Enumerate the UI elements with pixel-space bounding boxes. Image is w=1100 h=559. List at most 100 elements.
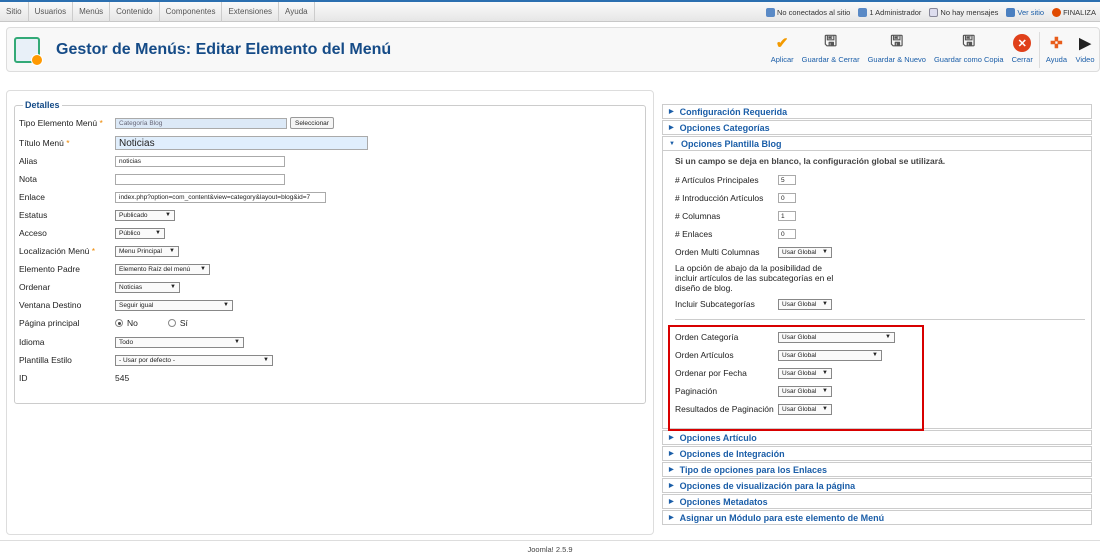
acceso-select[interactable]: Público ▼ (115, 227, 165, 239)
video-button[interactable]: ▶ Video (1071, 28, 1099, 64)
view-site-text[interactable]: Ver sitio (1017, 8, 1044, 17)
acc-opciones-articulo[interactable]: ▶ Opciones Artículo (662, 430, 1092, 445)
toolbar: Gestor de Menús: Editar Elemento del Men… (6, 27, 1100, 72)
acc-tipo-opciones-enlaces[interactable]: ▶ Tipo de opciones para los Enlaces (662, 462, 1092, 477)
mail-icon (929, 7, 939, 17)
collapsed-triangle-icon: ▶ (669, 125, 674, 131)
save-close-label: Guardar & Cerrar (801, 55, 860, 64)
save-new-button[interactable]: 🖫 Guardar & Nuevo (864, 28, 930, 65)
padre-select[interactable]: Elemento Raíz del menú ▼ (115, 263, 210, 275)
users-icon (765, 7, 775, 17)
row-alias: Alias noticias (19, 153, 285, 169)
acc-opciones-categorias[interactable]: ▶ Opciones Categorías (662, 120, 1092, 135)
nota-input[interactable] (115, 173, 285, 185)
save-copy-button[interactable]: 🖫 Guardar como Copia (930, 28, 1008, 65)
row-multi: Orden Multi Columnas Usar Global ▼ (675, 245, 832, 259)
multi-select[interactable]: Usar Global ▼ (778, 246, 832, 258)
row-columnas: # Columnas 1 (675, 209, 796, 223)
ordenar-label: Ordenar (19, 282, 51, 292)
collapsed-triangle-icon: ▶ (669, 483, 674, 489)
row-subcategorias: Incluir Subcategorías Usar Global ▼ (675, 297, 832, 311)
power-icon (1052, 7, 1062, 17)
collapsed-triangle-icon: ▶ (669, 499, 674, 505)
ventana-select[interactable]: Seguir igual ▼ (115, 299, 233, 311)
resultados-paginacion-select[interactable]: Usar Global ▼ (778, 403, 832, 415)
pagina-si-radio[interactable]: Sí (167, 318, 188, 328)
menu-menus[interactable]: Menús (73, 1, 111, 22)
help-button[interactable]: ✜ Ayuda (1042, 28, 1071, 64)
row-resultados-paginacion: Resultados de Paginación Usar Global ▼ (675, 402, 832, 416)
estatus-select[interactable]: Publicado ▼ (115, 209, 175, 221)
acc-opciones-plantilla-blog[interactable]: ▼ Opciones Plantilla Blog (662, 136, 1092, 151)
menu-sitio[interactable]: Sitio (0, 1, 29, 22)
messages-status[interactable]: No hay mensajes (929, 7, 998, 17)
menu-manager-icon (14, 36, 43, 66)
estatus-label: Estatus (19, 210, 48, 220)
plantilla-select[interactable]: - Usar por defecto - ▼ (115, 354, 273, 366)
acc-opciones-visualizacion[interactable]: ▶ Opciones de visualización para la págin… (662, 478, 1092, 493)
padre-label: Elemento Padre (19, 264, 80, 274)
select-type-button[interactable]: Seleccionar (290, 117, 334, 129)
row-principales: # Artículos Principales 5 (675, 173, 796, 187)
acc-opciones-metadatos[interactable]: ▶ Opciones Metadatos (662, 494, 1092, 509)
menu-ayuda[interactable]: Ayuda (279, 1, 315, 22)
expanded-triangle-icon: ▼ (669, 140, 675, 147)
enlace-input[interactable]: index.php?option=com_content&view=catego… (115, 191, 326, 203)
admin-menubar: Sitio Usuarios Menús Contenido Component… (0, 0, 1100, 22)
close-icon: ✕ (1013, 34, 1032, 52)
menu-contenido[interactable]: Contenido (110, 1, 160, 22)
orden-categoria-select[interactable]: Usar Global ▼ (778, 331, 895, 343)
acc-configuracion-requerida[interactable]: ▶ Configuración Requerida (662, 104, 1092, 119)
introduccion-input[interactable]: 0 (778, 193, 796, 203)
view-site-link[interactable]: Ver sitio (1006, 7, 1044, 17)
save-close-icon: 🖫 (824, 32, 838, 50)
collapsed-triangle-icon: ▶ (669, 435, 674, 441)
pagina-no-radio[interactable]: No (115, 318, 138, 328)
row-plantilla: Plantilla Estilo - Usar por defecto - ▼ (19, 352, 273, 368)
plantilla-label: Plantilla Estilo (19, 355, 72, 365)
localizacion-label: Localización Menú * (19, 246, 96, 256)
toolbar-divider (1038, 32, 1040, 68)
apply-label: Aplicar (770, 55, 794, 64)
status-bar: No conectados al sitio 1 Administrador N… (765, 2, 1100, 22)
acceso-label: Acceso (19, 228, 47, 238)
toolbar-buttons: ✔ Aplicar 🖫 Guardar & Cerrar 🖫 Guardar & Nu… (767, 28, 1099, 71)
orden-articulos-select[interactable]: Usar Global ▼ (778, 349, 882, 361)
menu-usuarios[interactable]: Usuarios (29, 1, 74, 22)
paginacion-select[interactable]: Usar Global ▼ (778, 385, 832, 397)
ordenar-fecha-select[interactable]: Usar Global ▼ (778, 367, 832, 379)
enlaces-input[interactable]: 0 (778, 229, 796, 239)
lifebuoy-icon: ✜ (1050, 35, 1063, 52)
principales-input[interactable]: 5 (778, 175, 796, 185)
save-close-button[interactable]: 🖫 Guardar & Cerrar (798, 28, 864, 65)
apply-button[interactable]: ✔ Aplicar (767, 28, 798, 64)
titulo-input[interactable]: Noticias (115, 136, 368, 150)
columnas-input[interactable]: 1 (778, 211, 796, 221)
logout-link[interactable]: FINALIZA (1052, 7, 1096, 17)
monitor-icon (1006, 7, 1016, 17)
subcategorias-select[interactable]: Usar Global ▼ (778, 298, 832, 310)
id-label: ID (19, 373, 28, 383)
menu-extensiones[interactable]: Extensiones (222, 1, 280, 22)
close-button[interactable]: ✕ Cerrar (1008, 28, 1037, 64)
checkmark-icon: ✔ (775, 35, 789, 52)
row-tipo: Tipo Elemento Menú * Categoría Blog Sele… (19, 115, 334, 131)
row-idioma: Idioma Todo ▼ (19, 334, 244, 350)
row-enlaces: # Enlaces 0 (675, 227, 796, 241)
details-legend: Detalles (25, 100, 60, 110)
ordenar-select[interactable]: Noticias ▼ (115, 281, 180, 293)
row-localizacion: Localización Menú * Menu Principal ▼ (19, 243, 179, 259)
save-copy-icon: 🖫 (962, 32, 976, 50)
idioma-select[interactable]: Todo ▼ (115, 336, 244, 348)
row-ordenar-fecha: Ordenar por Fecha Usar Global ▼ (675, 366, 832, 380)
acc-asignar-modulo[interactable]: ▶ Asignar un Módulo para este elemento de… (662, 510, 1092, 525)
nota-label: Nota (19, 174, 37, 184)
footer-version: Joomla! 2.5.9 (0, 540, 1100, 558)
menu-componentes[interactable]: Componentes (160, 1, 223, 22)
titulo-label: Título Menú * (19, 138, 70, 148)
alias-label: Alias (19, 156, 38, 166)
localizacion-select[interactable]: Menu Principal ▼ (115, 245, 179, 257)
page-title: Gestor de Menús: Editar Elemento del Men… (56, 40, 392, 58)
alias-input[interactable]: noticias (115, 155, 285, 167)
acc-opciones-integracion[interactable]: ▶ Opciones de Integración (662, 446, 1092, 461)
